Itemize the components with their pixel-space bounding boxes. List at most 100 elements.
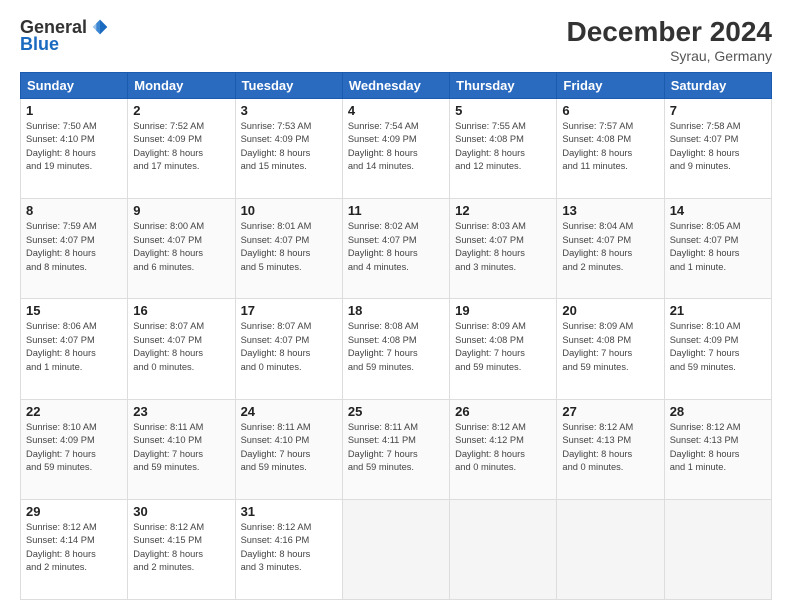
day-number: 11 bbox=[348, 203, 444, 218]
logo: General Blue bbox=[20, 16, 111, 55]
day-number: 7 bbox=[670, 103, 766, 118]
header-thursday: Thursday bbox=[450, 73, 557, 99]
day-info: Sunrise: 8:11 AM Sunset: 4:10 PM Dayligh… bbox=[241, 421, 337, 475]
day-number: 26 bbox=[455, 404, 551, 419]
title-block: December 2024 Syrau, Germany bbox=[567, 16, 772, 64]
day-number: 15 bbox=[26, 303, 122, 318]
day-info: Sunrise: 8:11 AM Sunset: 4:11 PM Dayligh… bbox=[348, 421, 444, 475]
header-tuesday: Tuesday bbox=[235, 73, 342, 99]
header-monday: Monday bbox=[128, 73, 235, 99]
table-row: 10 Sunrise: 8:01 AM Sunset: 4:07 PM Dayli… bbox=[235, 199, 342, 299]
day-info: Sunrise: 8:01 AM Sunset: 4:07 PM Dayligh… bbox=[241, 220, 337, 274]
day-info: Sunrise: 7:55 AM Sunset: 4:08 PM Dayligh… bbox=[455, 120, 551, 174]
day-number: 31 bbox=[241, 504, 337, 519]
day-info: Sunrise: 8:12 AM Sunset: 4:12 PM Dayligh… bbox=[455, 421, 551, 475]
table-row: 18 Sunrise: 8:08 AM Sunset: 4:08 PM Dayli… bbox=[342, 299, 449, 399]
day-info: Sunrise: 8:06 AM Sunset: 4:07 PM Dayligh… bbox=[26, 320, 122, 374]
day-number: 12 bbox=[455, 203, 551, 218]
table-row: 13 Sunrise: 8:04 AM Sunset: 4:07 PM Dayli… bbox=[557, 199, 664, 299]
day-info: Sunrise: 8:03 AM Sunset: 4:07 PM Dayligh… bbox=[455, 220, 551, 274]
day-number: 10 bbox=[241, 203, 337, 218]
table-row: 23 Sunrise: 8:11 AM Sunset: 4:10 PM Dayli… bbox=[128, 399, 235, 499]
day-number: 6 bbox=[562, 103, 658, 118]
table-row: 25Sunrise: 8:11 AM Sunset: 4:11 PM Dayli… bbox=[342, 399, 449, 499]
logo-icon bbox=[89, 16, 111, 38]
page: General Blue December 2024 Syrau, German… bbox=[0, 0, 792, 612]
header-saturday: Saturday bbox=[664, 73, 771, 99]
day-info: Sunrise: 8:10 AM Sunset: 4:09 PM Dayligh… bbox=[670, 320, 766, 374]
header: General Blue December 2024 Syrau, German… bbox=[20, 16, 772, 64]
calendar-week-4: 22Sunrise: 8:10 AM Sunset: 4:09 PM Dayli… bbox=[21, 399, 772, 499]
day-info: Sunrise: 7:50 AM Sunset: 4:10 PM Dayligh… bbox=[26, 120, 122, 174]
day-number: 16 bbox=[133, 303, 229, 318]
day-info: Sunrise: 8:07 AM Sunset: 4:07 PM Dayligh… bbox=[241, 320, 337, 374]
location: Syrau, Germany bbox=[567, 48, 772, 64]
table-row: 4Sunrise: 7:54 AM Sunset: 4:09 PM Daylig… bbox=[342, 99, 449, 199]
day-info: Sunrise: 7:57 AM Sunset: 4:08 PM Dayligh… bbox=[562, 120, 658, 174]
table-row: 14 Sunrise: 8:05 AM Sunset: 4:07 PM Dayli… bbox=[664, 199, 771, 299]
table-row bbox=[450, 499, 557, 599]
table-row: 29 Sunrise: 8:12 AM Sunset: 4:14 PM Dayli… bbox=[21, 499, 128, 599]
day-number: 17 bbox=[241, 303, 337, 318]
calendar-week-1: 1 Sunrise: 7:50 AM Sunset: 4:10 PM Daylig… bbox=[21, 99, 772, 199]
calendar-week-3: 15 Sunrise: 8:06 AM Sunset: 4:07 PM Dayli… bbox=[21, 299, 772, 399]
table-row: 26 Sunrise: 8:12 AM Sunset: 4:12 PM Dayli… bbox=[450, 399, 557, 499]
day-number: 22 bbox=[26, 404, 122, 419]
table-row: 6 Sunrise: 7:57 AM Sunset: 4:08 PM Daylig… bbox=[557, 99, 664, 199]
day-info: Sunrise: 8:11 AM Sunset: 4:10 PM Dayligh… bbox=[133, 421, 229, 475]
day-info: Sunrise: 7:59 AM Sunset: 4:07 PM Dayligh… bbox=[26, 220, 122, 274]
day-info: Sunrise: 8:05 AM Sunset: 4:07 PM Dayligh… bbox=[670, 220, 766, 274]
day-number: 27 bbox=[562, 404, 658, 419]
day-info: Sunrise: 8:12 AM Sunset: 4:13 PM Dayligh… bbox=[670, 421, 766, 475]
day-info: Sunrise: 8:04 AM Sunset: 4:07 PM Dayligh… bbox=[562, 220, 658, 274]
day-number: 23 bbox=[133, 404, 229, 419]
calendar-header-row: Sunday Monday Tuesday Wednesday Thursday… bbox=[21, 73, 772, 99]
day-number: 24 bbox=[241, 404, 337, 419]
day-info: Sunrise: 8:00 AM Sunset: 4:07 PM Dayligh… bbox=[133, 220, 229, 274]
table-row: 2Sunrise: 7:52 AM Sunset: 4:09 PM Daylig… bbox=[128, 99, 235, 199]
table-row: 31 Sunrise: 8:12 AM Sunset: 4:16 PM Dayli… bbox=[235, 499, 342, 599]
day-number: 21 bbox=[670, 303, 766, 318]
day-number: 3 bbox=[241, 103, 337, 118]
table-row: 16 Sunrise: 8:07 AM Sunset: 4:07 PM Dayli… bbox=[128, 299, 235, 399]
header-friday: Friday bbox=[557, 73, 664, 99]
table-row: 19 Sunrise: 8:09 AM Sunset: 4:08 PM Dayli… bbox=[450, 299, 557, 399]
calendar-week-2: 8 Sunrise: 7:59 AM Sunset: 4:07 PM Daylig… bbox=[21, 199, 772, 299]
day-number: 5 bbox=[455, 103, 551, 118]
day-info: Sunrise: 8:12 AM Sunset: 4:14 PM Dayligh… bbox=[26, 521, 122, 575]
table-row: 24 Sunrise: 8:11 AM Sunset: 4:10 PM Dayli… bbox=[235, 399, 342, 499]
day-number: 19 bbox=[455, 303, 551, 318]
table-row: 17 Sunrise: 8:07 AM Sunset: 4:07 PM Dayli… bbox=[235, 299, 342, 399]
table-row: 5 Sunrise: 7:55 AM Sunset: 4:08 PM Daylig… bbox=[450, 99, 557, 199]
table-row: 28 Sunrise: 8:12 AM Sunset: 4:13 PM Dayli… bbox=[664, 399, 771, 499]
day-info: Sunrise: 8:08 AM Sunset: 4:08 PM Dayligh… bbox=[348, 320, 444, 374]
table-row: 30Sunrise: 8:12 AM Sunset: 4:15 PM Dayli… bbox=[128, 499, 235, 599]
day-info: Sunrise: 8:09 AM Sunset: 4:08 PM Dayligh… bbox=[455, 320, 551, 374]
table-row: 22Sunrise: 8:10 AM Sunset: 4:09 PM Dayli… bbox=[21, 399, 128, 499]
header-wednesday: Wednesday bbox=[342, 73, 449, 99]
day-number: 4 bbox=[348, 103, 444, 118]
day-number: 29 bbox=[26, 504, 122, 519]
day-info: Sunrise: 7:58 AM Sunset: 4:07 PM Dayligh… bbox=[670, 120, 766, 174]
day-number: 14 bbox=[670, 203, 766, 218]
day-number: 30 bbox=[133, 504, 229, 519]
table-row: 21 Sunrise: 8:10 AM Sunset: 4:09 PM Dayli… bbox=[664, 299, 771, 399]
logo-blue: Blue bbox=[20, 34, 59, 55]
day-info: Sunrise: 8:07 AM Sunset: 4:07 PM Dayligh… bbox=[133, 320, 229, 374]
day-info: Sunrise: 8:09 AM Sunset: 4:08 PM Dayligh… bbox=[562, 320, 658, 374]
table-row: 27Sunrise: 8:12 AM Sunset: 4:13 PM Dayli… bbox=[557, 399, 664, 499]
calendar: Sunday Monday Tuesday Wednesday Thursday… bbox=[20, 72, 772, 600]
day-number: 1 bbox=[26, 103, 122, 118]
day-number: 13 bbox=[562, 203, 658, 218]
day-number: 28 bbox=[670, 404, 766, 419]
main-title: December 2024 bbox=[567, 16, 772, 48]
day-info: Sunrise: 8:12 AM Sunset: 4:16 PM Dayligh… bbox=[241, 521, 337, 575]
day-number: 8 bbox=[26, 203, 122, 218]
day-number: 2 bbox=[133, 103, 229, 118]
table-row: 20Sunrise: 8:09 AM Sunset: 4:08 PM Dayli… bbox=[557, 299, 664, 399]
table-row bbox=[557, 499, 664, 599]
calendar-week-5: 29 Sunrise: 8:12 AM Sunset: 4:14 PM Dayli… bbox=[21, 499, 772, 599]
table-row: 7 Sunrise: 7:58 AM Sunset: 4:07 PM Daylig… bbox=[664, 99, 771, 199]
table-row bbox=[664, 499, 771, 599]
day-number: 18 bbox=[348, 303, 444, 318]
